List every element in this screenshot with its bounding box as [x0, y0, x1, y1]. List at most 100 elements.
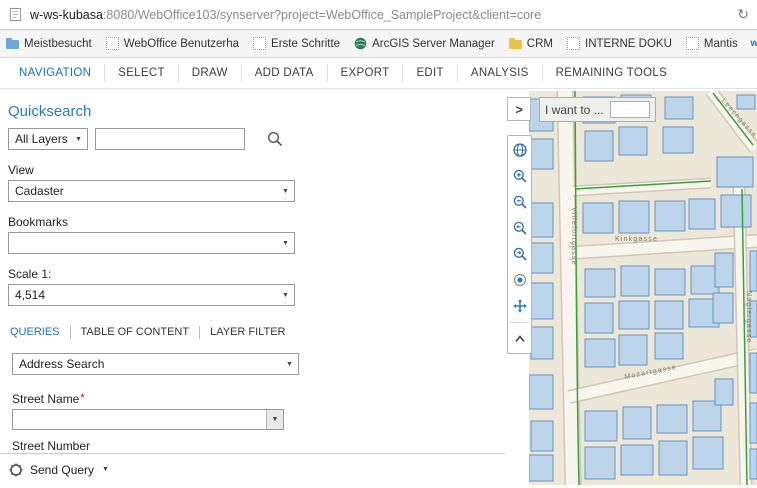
address-bar[interactable]: w-ws-kubasa:8080/WebOffice103/synserver?… [0, 0, 757, 30]
bookmark-placeholder-icon [106, 37, 119, 50]
zoom-out-icon [512, 194, 528, 210]
query-type-select[interactable]: Address Search ▼ [12, 353, 299, 375]
toolbar-divider [510, 322, 529, 323]
map-area: Kinkgasse Villefortgasse Mozartgasse Nag… [505, 89, 757, 485]
street-name-dropdown-button[interactable]: ▼ [266, 410, 283, 429]
page-icon [8, 7, 23, 22]
scale-select-value: 4,514 [9, 288, 277, 302]
view-select-value: Cadaster [9, 184, 277, 198]
caret-down-icon: ▼ [277, 188, 294, 195]
bookmark-crm[interactable]: CRM [509, 37, 553, 50]
tab-export[interactable]: EXPORT [328, 64, 404, 82]
scale-select[interactable]: 4,514 ▼ [8, 284, 295, 306]
bookmark-label: CRM [527, 38, 553, 50]
view-select[interactable]: Cadaster ▼ [8, 180, 295, 202]
quicksearch-input[interactable] [95, 128, 245, 150]
tab-remaining-tools[interactable]: REMAINING TOOLS [543, 64, 680, 82]
scale-label: Scale 1: [8, 267, 505, 281]
zoom-in-icon [512, 168, 528, 184]
pan-arrows-icon [512, 298, 528, 314]
bookmark-meistbesucht[interactable]: Meistbesucht [6, 37, 92, 50]
caret-down-icon: ▼ [272, 416, 279, 423]
bookmark-interne-doku[interactable]: INTERNE DOKU [567, 37, 672, 50]
subtab-table-of-content[interactable]: TABLE OF CONTENT [71, 326, 201, 339]
bookmarks-select[interactable]: ▼ [8, 232, 295, 254]
send-query-icon[interactable] [8, 462, 24, 478]
zoom-next-icon [512, 246, 528, 262]
caret-down-icon: ▼ [277, 292, 294, 299]
street-number-label: Street Number [12, 439, 505, 453]
zoom-previous-icon [512, 220, 528, 236]
tab-draw[interactable]: DRAW [179, 64, 242, 82]
caret-down-icon: ▼ [281, 361, 298, 368]
globe-icon [354, 37, 367, 50]
bookmark-label: Mantis [704, 38, 738, 50]
pan-tool-button[interactable] [508, 293, 531, 319]
zoom-out-button[interactable] [508, 189, 531, 215]
caret-down-icon: ▼ [70, 136, 87, 143]
previous-extent-button[interactable] [508, 215, 531, 241]
quicksearch-layer-select[interactable]: All Layers ▼ [8, 128, 88, 150]
bookmark-label: INTERNE DOKU [585, 38, 672, 50]
locate-tool-button[interactable] [508, 267, 531, 293]
send-query-caret-icon[interactable]: ▼ [102, 466, 109, 473]
search-icon[interactable] [266, 130, 284, 148]
bookmark-arcgis-server-manager[interactable]: ArcGIS Server Manager [354, 37, 495, 50]
tab-navigation[interactable]: NAVIGATION [6, 64, 105, 82]
bookmarks-label: Bookmarks [8, 215, 505, 229]
bookmark-label: WebOffice Benutzerha [124, 38, 239, 50]
bookmark-placeholder-icon [686, 37, 699, 50]
panel-subtabs: QUERIES TABLE OF CONTENT LAYER FILTER [8, 326, 505, 339]
tab-edit[interactable]: EDIT [403, 64, 457, 82]
bookmarks-bar: Meistbesucht WebOffice Benutzerha Erste … [0, 30, 757, 58]
i-want-to-widget[interactable]: I want to ... [539, 97, 656, 122]
subtab-layer-filter[interactable]: LAYER FILTER [200, 326, 295, 339]
i-want-to-input[interactable] [610, 101, 650, 118]
folder-icon [6, 37, 19, 50]
quicksearch-layer-value: All Layers [9, 132, 70, 146]
radio-selected-icon [512, 272, 528, 288]
send-query-button[interactable]: Send Query [30, 463, 94, 477]
bookmark-sy[interactable]: wO Sy [752, 37, 757, 50]
i-want-to-label: I want to ... [545, 103, 604, 117]
street-label: Kinkgasse [615, 236, 658, 243]
url-text[interactable]: w-ws-kubasa:8080/WebOffice103/synserver?… [30, 8, 730, 22]
main-tab-bar: NAVIGATION SELECT DRAW ADD DATA EXPORT E… [0, 58, 757, 89]
tab-analysis[interactable]: ANALYSIS [458, 64, 543, 82]
caret-down-icon: ▼ [277, 240, 294, 247]
folder-icon [509, 37, 522, 50]
bookmark-placeholder-icon [567, 37, 580, 50]
street-label: Naglergasse [745, 291, 752, 344]
map-canvas[interactable]: Kinkgasse Villefortgasse Mozartgasse Nag… [529, 91, 757, 485]
send-query-bar: Send Query ▼ [0, 453, 505, 485]
bookmark-erste-schritte[interactable]: Erste Schritte [253, 37, 340, 50]
chevron-up-icon [512, 331, 528, 347]
required-marker: * [80, 392, 84, 404]
panel-collapse-button[interactable]: > [507, 97, 531, 121]
full-extent-button[interactable] [508, 137, 531, 163]
street-name-label: Street Name* [12, 392, 505, 406]
weboffice-icon: wO [752, 37, 757, 50]
reload-icon[interactable]: ↻ [737, 6, 749, 23]
street-name-input[interactable] [13, 410, 266, 429]
next-extent-button[interactable] [508, 241, 531, 267]
navigation-panel: Quicksearch All Layers ▼ View Cadaster ▼… [0, 89, 505, 485]
zoom-in-button[interactable] [508, 163, 531, 189]
toolbar-collapse-button[interactable] [508, 326, 531, 352]
subtab-queries[interactable]: QUERIES [8, 326, 71, 339]
globe-icon [512, 142, 528, 158]
tab-add-data[interactable]: ADD DATA [242, 64, 328, 82]
street-label: Villefortgasse [570, 207, 577, 266]
bookmark-label: Erste Schritte [271, 38, 340, 50]
tab-select[interactable]: SELECT [105, 64, 179, 82]
bookmark-mantis[interactable]: Mantis [686, 37, 738, 50]
bookmark-weboffice-benutzerha[interactable]: WebOffice Benutzerha [106, 37, 239, 50]
bookmark-label: Meistbesucht [24, 38, 92, 50]
map-toolbar [507, 135, 532, 354]
view-label: View [8, 163, 505, 177]
bookmark-label: ArcGIS Server Manager [372, 38, 495, 50]
query-type-value: Address Search [13, 357, 281, 371]
bookmark-placeholder-icon [253, 37, 266, 50]
street-name-combo[interactable]: ▼ [12, 409, 284, 430]
quicksearch-title: Quicksearch [8, 103, 505, 120]
